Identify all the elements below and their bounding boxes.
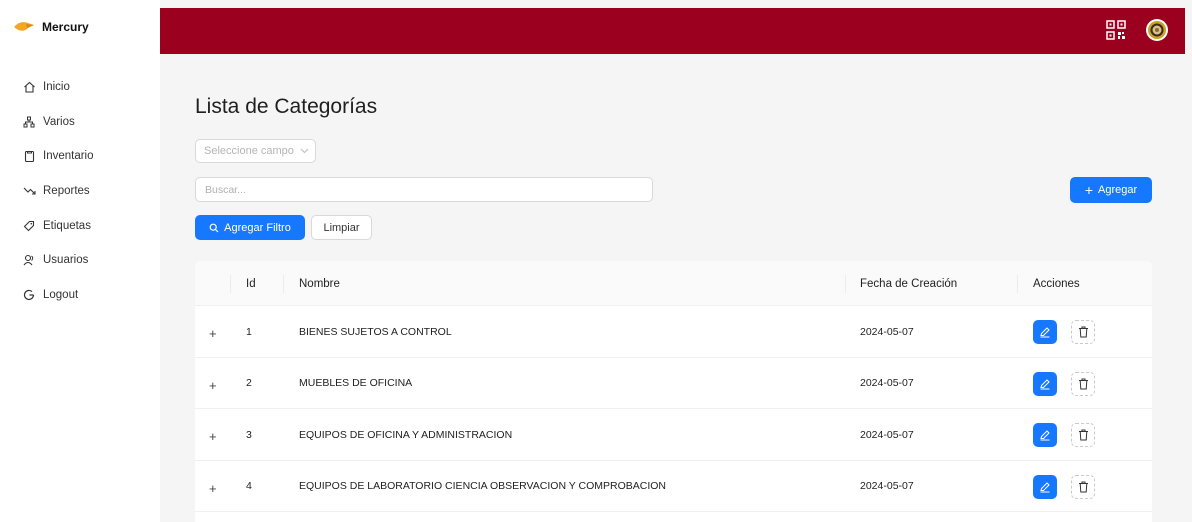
- trash-icon: [1078, 481, 1088, 492]
- trend-down-icon: [22, 184, 36, 198]
- row-name: BIENES SUJETOS A CONTROL: [299, 325, 452, 338]
- sidebar-nav: Inicio Varios Inventario Reportes Etique…: [22, 70, 94, 312]
- column-separator: [1017, 275, 1018, 293]
- clipboard-icon: [22, 149, 36, 163]
- app-name: Mercury: [42, 20, 89, 34]
- page-title: Lista de Categorías: [195, 95, 378, 118]
- sidebar-item-etiquetas[interactable]: Etiquetas: [22, 208, 94, 243]
- add-button-label: Agregar: [1098, 184, 1138, 196]
- delete-button[interactable]: [1071, 474, 1095, 499]
- chevron-down-icon: [300, 146, 309, 156]
- table-row: + 2 MUEBLES DE OFICINA 2024-05-07: [195, 358, 1152, 412]
- row-name: MUEBLES DE OFICINA: [299, 377, 413, 390]
- table-header: Id Nombre Fecha de Creación Acciones: [195, 261, 1152, 306]
- column-header-name[interactable]: Nombre: [299, 261, 340, 306]
- table-row: + 4 EQUIPOS DE LABORATORIO CIENCIA OBSER…: [195, 461, 1152, 515]
- table-row: + 3 EQUIPOS DE OFICINA Y ADMINISTRACION …: [195, 409, 1152, 461]
- edit-button[interactable]: [1033, 474, 1057, 499]
- column-separator: [230, 275, 231, 293]
- trash-icon: [1078, 378, 1088, 389]
- categories-table: Id Nombre Fecha de Creación Acciones + 1…: [195, 261, 1152, 522]
- row-name: EQUIPOS DE OFICINA Y ADMINISTRACION: [299, 428, 513, 441]
- row-id: 3: [246, 428, 252, 441]
- sidebar-item-label: Usuarios: [43, 254, 89, 267]
- column-header-id[interactable]: Id: [246, 261, 256, 306]
- users-icon: [22, 253, 36, 267]
- trash-icon: [1078, 429, 1088, 441]
- sidebar-item-label: Inventario: [43, 150, 94, 163]
- column-header-actions: Acciones: [1033, 277, 1080, 290]
- edit-icon: [1040, 481, 1050, 492]
- add-button[interactable]: + Agregar: [1070, 177, 1152, 203]
- sidebar-item-label: Logout: [43, 288, 79, 301]
- edit-icon: [1040, 327, 1050, 338]
- row-id: 1: [246, 325, 252, 338]
- sidebar-item-logout[interactable]: Logout: [22, 278, 94, 313]
- cluster-icon: [22, 115, 36, 129]
- row-date: 2024-05-07: [860, 377, 914, 390]
- row-name: EQUIPOS DE LABORATORIO CIENCIA OBSERVACI…: [299, 480, 667, 493]
- row-id: 4: [246, 480, 252, 493]
- sidebar-item-varios[interactable]: Varios: [22, 105, 94, 140]
- delete-button[interactable]: [1071, 423, 1095, 447]
- sidebar-item-label: Etiquetas: [43, 219, 91, 232]
- row-expand-button[interactable]: +: [209, 463, 217, 515]
- clear-button-label: Limpiar: [323, 221, 360, 234]
- sidebar-item-label: Inicio: [43, 81, 70, 94]
- google-icon: [22, 288, 36, 302]
- sidebar-item-inicio[interactable]: Inicio: [22, 70, 94, 105]
- add-filter-label: Agregar Filtro: [224, 221, 291, 234]
- sidebar-item-label: Varios: [43, 115, 75, 128]
- search-icon: [209, 223, 219, 233]
- delete-button[interactable]: [1071, 320, 1095, 344]
- search-input[interactable]: Buscar...: [195, 177, 653, 202]
- field-select-placeholder: Seleccione campo: [204, 145, 294, 157]
- sidebar: Mercury Inicio Varios Inventario Reporte…: [0, 0, 160, 522]
- row-expand-button[interactable]: +: [209, 411, 217, 463]
- column-separator: [845, 275, 846, 293]
- seal-avatar-icon[interactable]: [1146, 19, 1168, 41]
- edit-button[interactable]: [1033, 371, 1057, 396]
- header-bar: [160, 8, 1185, 54]
- row-id: 2: [246, 377, 252, 390]
- qrcode-icon[interactable]: [1106, 20, 1126, 45]
- sidebar-item-inventario[interactable]: Inventario: [22, 139, 94, 174]
- sidebar-item-reportes[interactable]: Reportes: [22, 174, 94, 209]
- search-placeholder: Buscar...: [205, 183, 246, 196]
- sidebar-item-label: Reportes: [43, 185, 90, 198]
- app-logo[interactable]: Mercury: [12, 20, 89, 34]
- trash-icon: [1078, 326, 1088, 338]
- add-filter-button[interactable]: Agregar Filtro: [195, 215, 305, 240]
- clear-button[interactable]: Limpiar: [311, 215, 372, 240]
- plus-icon: +: [1084, 182, 1094, 198]
- table-row: + 1 BIENES SUJETOS A CONTROL 2024-05-07: [195, 306, 1152, 358]
- sidebar-item-usuarios[interactable]: Usuarios: [22, 243, 94, 278]
- field-select[interactable]: Seleccione campo: [195, 139, 316, 163]
- home-icon: [22, 80, 36, 94]
- row-date: 2024-05-07: [860, 325, 914, 338]
- row-expand-button[interactable]: +: [209, 308, 217, 360]
- tag-icon: [22, 219, 36, 233]
- edit-icon: [1040, 430, 1050, 441]
- row-date: 2024-05-07: [860, 480, 914, 493]
- delete-button[interactable]: [1071, 371, 1095, 396]
- edit-icon: [1040, 378, 1050, 389]
- row-date: 2024-05-07: [860, 428, 914, 441]
- edit-button[interactable]: [1033, 320, 1057, 344]
- mercury-logo-icon: [14, 22, 34, 31]
- column-header-date[interactable]: Fecha de Creación: [860, 261, 957, 306]
- row-expand-button[interactable]: +: [209, 360, 217, 412]
- edit-button[interactable]: [1033, 423, 1057, 447]
- column-separator: [283, 275, 284, 293]
